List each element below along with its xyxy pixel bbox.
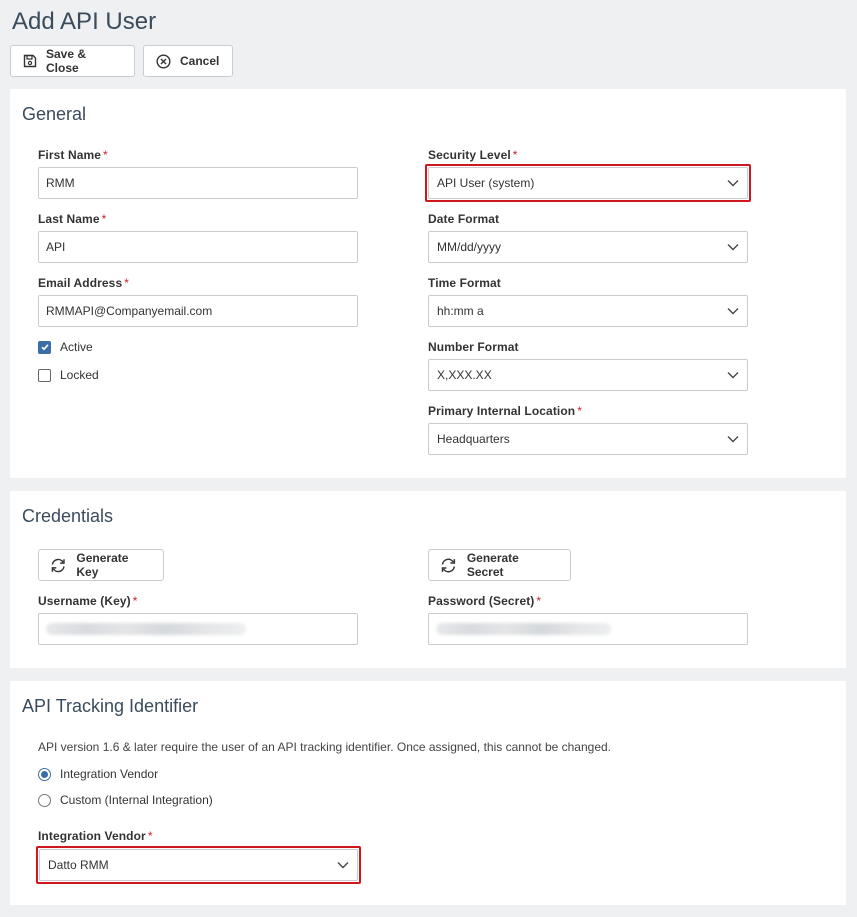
date-format-label: Date Format (428, 212, 500, 226)
radio-unselected (38, 793, 51, 807)
save-close-label: Save & Close (46, 47, 87, 75)
generate-key-button[interactable]: Generate Key (38, 549, 164, 581)
tracking-panel: API Tracking Identifier API version 1.6 … (10, 681, 846, 905)
checkbox-checked (38, 340, 51, 354)
chevron-down-icon (727, 244, 739, 251)
check-icon (40, 344, 49, 351)
radio-selected (38, 767, 51, 781)
generate-secret-label: Generate Secret (466, 551, 519, 579)
integration-vendor-label: Integration Vendor * (38, 829, 153, 843)
credentials-panel: Credentials Generate Key Generate Secret… (10, 491, 846, 668)
time-format-label: Time Format (428, 276, 501, 290)
number-format-label: Number Format (428, 340, 519, 354)
security-level-select[interactable]: API User (system) (428, 167, 748, 199)
date-format-select[interactable]: MM/dd/yyyy (428, 231, 748, 263)
radio-custom[interactable]: Custom (Internal Integration) (38, 793, 213, 807)
security-level-label: Security Level * (428, 148, 518, 162)
tracking-title: API Tracking Identifier (22, 696, 199, 716)
radio-custom-label: Custom (Internal Integration) (60, 793, 213, 807)
save-close-button[interactable]: Save & Close (10, 45, 135, 77)
number-format-select[interactable]: X,XXX.XX (428, 359, 748, 391)
email-label: Email Address * (38, 276, 130, 290)
password-label: Password (Secret) * (428, 594, 542, 608)
first-name-label: First Name * (38, 148, 108, 162)
last-name-field[interactable]: API (38, 231, 358, 263)
radio-integration-vendor[interactable]: Integration Vendor (38, 767, 158, 781)
username-field[interactable] (38, 613, 358, 645)
chevron-down-icon (727, 436, 739, 443)
page-title: Add API User (12, 8, 157, 35)
locked-checkbox[interactable]: Locked (38, 368, 99, 382)
chevron-down-icon (727, 180, 739, 187)
email-field[interactable]: RMMAPI@Companyemail.com (38, 295, 358, 327)
locked-label: Locked (60, 368, 99, 382)
radio-vendor-label: Integration Vendor (60, 767, 159, 781)
credentials-title: Credentials (22, 506, 114, 526)
cancel-label: Cancel (180, 54, 220, 68)
tracking-note: API version 1.6 & later require the user… (38, 740, 612, 754)
chevron-down-icon (337, 862, 349, 869)
floppy-disk-icon (23, 54, 37, 68)
active-checkbox[interactable]: Active (38, 340, 93, 354)
cancel-button[interactable]: Cancel (143, 45, 233, 77)
circle-x-icon (156, 53, 171, 69)
primary-location-label: Primary Internal Location * (428, 404, 582, 418)
refresh-icon (51, 558, 65, 572)
redacted-username (46, 623, 246, 635)
password-field[interactable] (428, 613, 748, 645)
chevron-down-icon (727, 372, 739, 379)
last-name-label: Last Name * (38, 212, 107, 226)
active-label: Active (60, 340, 93, 354)
chevron-down-icon (727, 308, 739, 315)
redacted-password (436, 623, 611, 635)
refresh-icon (441, 558, 456, 572)
first-name-field[interactable]: RMM (38, 167, 358, 199)
integration-vendor-select[interactable]: Datto RMM (39, 849, 358, 881)
username-label: Username (Key) * (38, 594, 138, 608)
primary-location-select[interactable]: Headquarters (428, 423, 748, 455)
generate-secret-button[interactable]: Generate Secret (428, 549, 571, 581)
time-format-select[interactable]: hh:mm a (428, 295, 748, 327)
general-title: General (22, 104, 87, 124)
checkbox-unchecked (38, 368, 51, 382)
general-panel: General First Name * RMM Last Name * API E… (10, 89, 846, 478)
generate-key-label: Generate Key (76, 551, 129, 579)
